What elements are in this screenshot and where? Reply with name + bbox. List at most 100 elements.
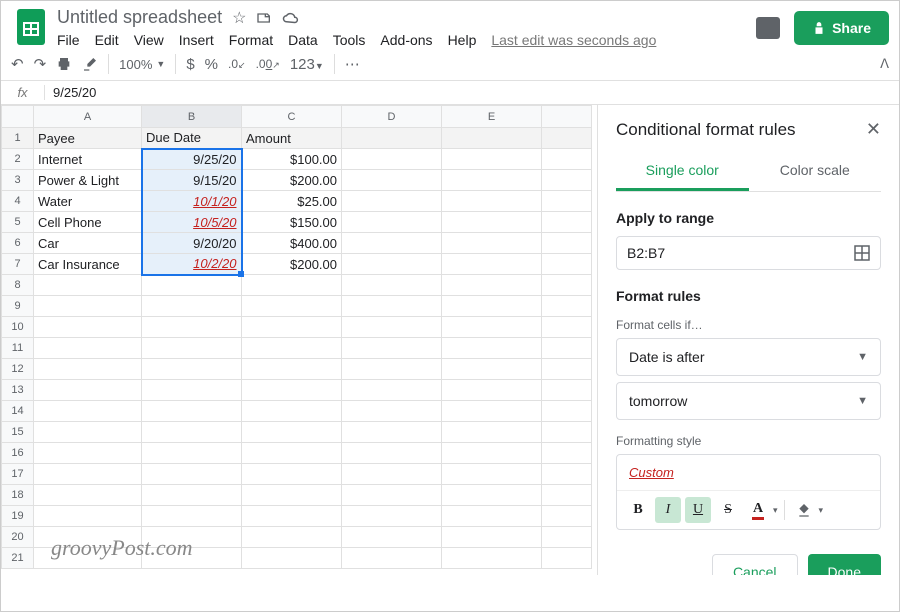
cell[interactable] [242, 527, 342, 548]
cell[interactable] [542, 359, 592, 380]
condition-select[interactable]: Date is after▼ [616, 338, 881, 376]
cloud-icon[interactable] [282, 11, 300, 25]
cell[interactable] [34, 464, 142, 485]
cell[interactable] [34, 275, 142, 296]
cell[interactable] [142, 506, 242, 527]
cell[interactable] [342, 275, 442, 296]
cell[interactable] [142, 296, 242, 317]
cell[interactable] [34, 506, 142, 527]
col-header-C[interactable]: C [242, 106, 342, 128]
row-header[interactable]: 2 [2, 149, 34, 170]
cell[interactable]: $200.00 [242, 254, 342, 275]
cell[interactable] [242, 443, 342, 464]
cell[interactable] [142, 317, 242, 338]
cell[interactable] [442, 464, 542, 485]
cell[interactable] [242, 422, 342, 443]
cell[interactable] [542, 422, 592, 443]
cell[interactable] [142, 485, 242, 506]
cell[interactable]: Payee [34, 128, 142, 149]
zoom-select[interactable]: 100% ▼ [119, 57, 165, 72]
cell[interactable] [342, 506, 442, 527]
cell[interactable]: 10/5/20 [142, 212, 242, 233]
cell[interactable] [442, 338, 542, 359]
last-edit-link[interactable]: Last edit was seconds ago [491, 32, 656, 48]
dec-decimal-button[interactable]: .0↙ [228, 57, 246, 71]
cell[interactable] [342, 401, 442, 422]
cell[interactable] [242, 317, 342, 338]
fill-color-caret[interactable]: ▾ [819, 505, 824, 516]
cell[interactable] [342, 317, 442, 338]
cell[interactable] [342, 485, 442, 506]
cell[interactable]: Due Date [142, 128, 242, 149]
cell[interactable] [142, 275, 242, 296]
cell[interactable]: 10/2/20 [142, 254, 242, 275]
cell[interactable] [242, 464, 342, 485]
print-icon[interactable] [56, 56, 72, 72]
cell[interactable]: 9/25/20 [142, 149, 242, 170]
sheets-logo[interactable] [11, 7, 51, 47]
row-header[interactable]: 11 [2, 338, 34, 359]
cell[interactable] [34, 443, 142, 464]
col-header-A[interactable]: A [34, 106, 142, 128]
cell[interactable] [542, 233, 592, 254]
cell[interactable]: 10/1/20 [142, 191, 242, 212]
menu-format[interactable]: Format [229, 32, 273, 48]
cell[interactable]: $150.00 [242, 212, 342, 233]
text-color-caret[interactable]: ▾ [773, 505, 778, 516]
cell[interactable] [34, 401, 142, 422]
cell[interactable]: $25.00 [242, 191, 342, 212]
numformat-button[interactable]: 123▼ [290, 56, 324, 73]
cell[interactable] [542, 191, 592, 212]
cell[interactable] [142, 464, 242, 485]
row-header[interactable]: 9 [2, 296, 34, 317]
row-header[interactable]: 7 [2, 254, 34, 275]
fill-color-button[interactable] [791, 497, 817, 523]
cell[interactable] [342, 464, 442, 485]
style-sample[interactable]: Custom [617, 455, 880, 491]
cell[interactable] [442, 233, 542, 254]
currency-button[interactable]: $ [186, 56, 194, 73]
cell[interactable] [34, 317, 142, 338]
cell[interactable] [442, 149, 542, 170]
cell[interactable] [34, 485, 142, 506]
italic-button[interactable]: I [655, 497, 681, 523]
row-header[interactable]: 21 [2, 548, 34, 569]
cell[interactable] [442, 443, 542, 464]
doc-title[interactable]: Untitled spreadsheet [57, 7, 222, 28]
col-header-B[interactable]: B [142, 106, 242, 128]
row-header[interactable]: 5 [2, 212, 34, 233]
row-header[interactable]: 19 [2, 506, 34, 527]
redo-icon[interactable]: ↷ [34, 55, 47, 73]
cell[interactable] [142, 422, 242, 443]
cell[interactable]: $400.00 [242, 233, 342, 254]
cell[interactable] [342, 338, 442, 359]
col-header-[interactable] [542, 106, 592, 128]
cell[interactable] [342, 296, 442, 317]
cell[interactable]: Water [34, 191, 142, 212]
cell[interactable] [442, 296, 542, 317]
cell[interactable] [442, 422, 542, 443]
cell[interactable] [142, 338, 242, 359]
cell[interactable] [542, 275, 592, 296]
cell[interactable] [542, 149, 592, 170]
cell[interactable]: 9/20/20 [142, 233, 242, 254]
row-header[interactable]: 1 [2, 128, 34, 149]
cell[interactable] [542, 254, 592, 275]
cell[interactable]: Car [34, 233, 142, 254]
cell[interactable]: Cell Phone [34, 212, 142, 233]
inc-decimal-button[interactable]: .00↗ [256, 57, 280, 71]
cell[interactable] [342, 191, 442, 212]
cell[interactable] [342, 359, 442, 380]
cell[interactable] [442, 170, 542, 191]
cell[interactable]: Power & Light [34, 170, 142, 191]
cell[interactable] [442, 401, 542, 422]
cell[interactable]: Car Insurance [34, 254, 142, 275]
menu-help[interactable]: Help [448, 32, 477, 48]
cell[interactable] [142, 380, 242, 401]
cell[interactable] [542, 170, 592, 191]
cell[interactable] [542, 338, 592, 359]
cell[interactable] [242, 359, 342, 380]
cell[interactable] [342, 170, 442, 191]
cell[interactable] [34, 380, 142, 401]
cell[interactable] [442, 485, 542, 506]
